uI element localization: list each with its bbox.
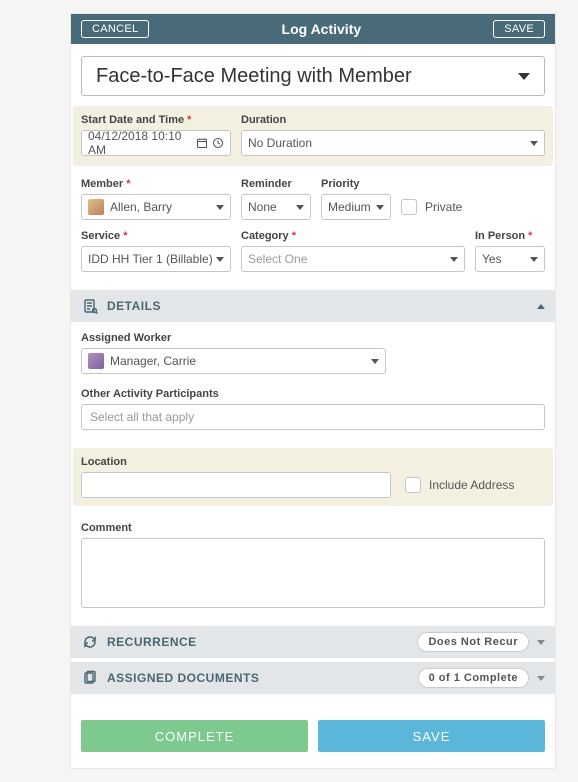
cancel-button[interactable]: CANCEL bbox=[81, 20, 149, 38]
assigned-documents-badge: 0 of 1 Complete bbox=[418, 668, 529, 688]
chevron-down-icon bbox=[450, 257, 458, 262]
assigned-worker-value: Manager, Carrie bbox=[110, 354, 196, 368]
category-label: Category bbox=[241, 230, 465, 242]
chevron-down-icon bbox=[537, 640, 545, 645]
panel-header: CANCEL Log Activity SAVE bbox=[71, 14, 555, 44]
recurrence-section-header[interactable]: RECURRENCE Does Not Recur bbox=[71, 626, 555, 658]
include-address-label: Include Address bbox=[429, 478, 514, 492]
location-input[interactable] bbox=[81, 472, 391, 498]
category-value: Select One bbox=[248, 252, 307, 266]
start-datetime-input[interactable]: 04/12/2018 10:10 AM bbox=[81, 130, 231, 156]
private-label: Private bbox=[425, 200, 462, 214]
save-button-top[interactable]: SAVE bbox=[493, 20, 545, 38]
reminder-value: None bbox=[248, 200, 277, 214]
inperson-label: In Person bbox=[475, 230, 545, 242]
priority-select[interactable]: Medium bbox=[321, 194, 391, 220]
duration-label: Duration bbox=[241, 114, 545, 126]
details-title: DETAILS bbox=[107, 299, 161, 313]
participants-multiselect[interactable]: Select all that apply bbox=[81, 404, 545, 430]
assigned-worker-label: Assigned Worker bbox=[81, 332, 386, 344]
chevron-down-icon bbox=[216, 257, 224, 262]
save-button-bottom[interactable]: SAVE bbox=[318, 720, 545, 752]
assigned-documents-title: ASSIGNED DOCUMENTS bbox=[107, 671, 259, 685]
calendar-icon[interactable] bbox=[196, 137, 208, 149]
chevron-down-icon bbox=[376, 205, 384, 210]
complete-button[interactable]: COMPLETE bbox=[81, 720, 308, 752]
activity-type-value: Face-to-Face Meeting with Member bbox=[96, 65, 412, 88]
recurrence-title: RECURRENCE bbox=[107, 635, 197, 649]
start-datetime-value: 04/12/2018 10:10 AM bbox=[88, 129, 196, 157]
location-label: Location bbox=[81, 456, 391, 468]
worker-avatar bbox=[88, 353, 104, 369]
duration-value: No Duration bbox=[248, 136, 312, 150]
comment-textarea[interactable] bbox=[81, 538, 545, 608]
duration-select[interactable]: No Duration bbox=[241, 130, 545, 156]
priority-label: Priority bbox=[321, 178, 391, 190]
member-value: Allen, Barry bbox=[110, 200, 172, 214]
recurrence-badge: Does Not Recur bbox=[417, 632, 529, 652]
reminder-select[interactable]: None bbox=[241, 194, 311, 220]
chevron-down-icon bbox=[537, 676, 545, 681]
service-label: Service bbox=[81, 230, 231, 242]
recurrence-icon bbox=[81, 633, 99, 651]
chevron-down-icon bbox=[371, 359, 379, 364]
member-avatar bbox=[88, 199, 104, 215]
service-select[interactable]: IDD HH Tier 1 (Billable) bbox=[81, 246, 231, 272]
chevron-down-icon bbox=[530, 141, 538, 146]
chevron-down-icon bbox=[296, 205, 304, 210]
member-select[interactable]: Allen, Barry bbox=[81, 194, 231, 220]
assigned-documents-section-header[interactable]: ASSIGNED DOCUMENTS 0 of 1 Complete bbox=[71, 662, 555, 694]
category-select[interactable]: Select One bbox=[241, 246, 465, 272]
clock-icon[interactable] bbox=[212, 137, 224, 149]
collapse-up-icon bbox=[537, 304, 545, 309]
reminder-label: Reminder bbox=[241, 178, 311, 190]
include-address-checkbox[interactable] bbox=[405, 477, 421, 493]
chevron-down-icon bbox=[530, 257, 538, 262]
details-section-header[interactable]: DETAILS bbox=[71, 290, 555, 322]
participants-label: Other Activity Participants bbox=[81, 388, 545, 400]
member-label: Member bbox=[81, 178, 231, 190]
inperson-value: Yes bbox=[482, 252, 502, 266]
log-activity-panel: CANCEL Log Activity SAVE Face-to-Face Me… bbox=[70, 13, 556, 769]
chevron-down-icon bbox=[216, 205, 224, 210]
service-value: IDD HH Tier 1 (Billable) bbox=[88, 252, 213, 266]
chevron-down-icon bbox=[518, 73, 530, 80]
start-label: Start Date and Time bbox=[81, 114, 231, 126]
details-icon bbox=[81, 297, 99, 315]
private-checkbox[interactable] bbox=[401, 199, 417, 215]
priority-value: Medium bbox=[328, 200, 371, 214]
inperson-select[interactable]: Yes bbox=[475, 246, 545, 272]
assigned-worker-select[interactable]: Manager, Carrie bbox=[81, 348, 386, 374]
comment-label: Comment bbox=[81, 522, 545, 534]
panel-title: Log Activity bbox=[282, 21, 362, 37]
documents-icon bbox=[81, 669, 99, 687]
activity-type-select[interactable]: Face-to-Face Meeting with Member bbox=[81, 56, 545, 96]
